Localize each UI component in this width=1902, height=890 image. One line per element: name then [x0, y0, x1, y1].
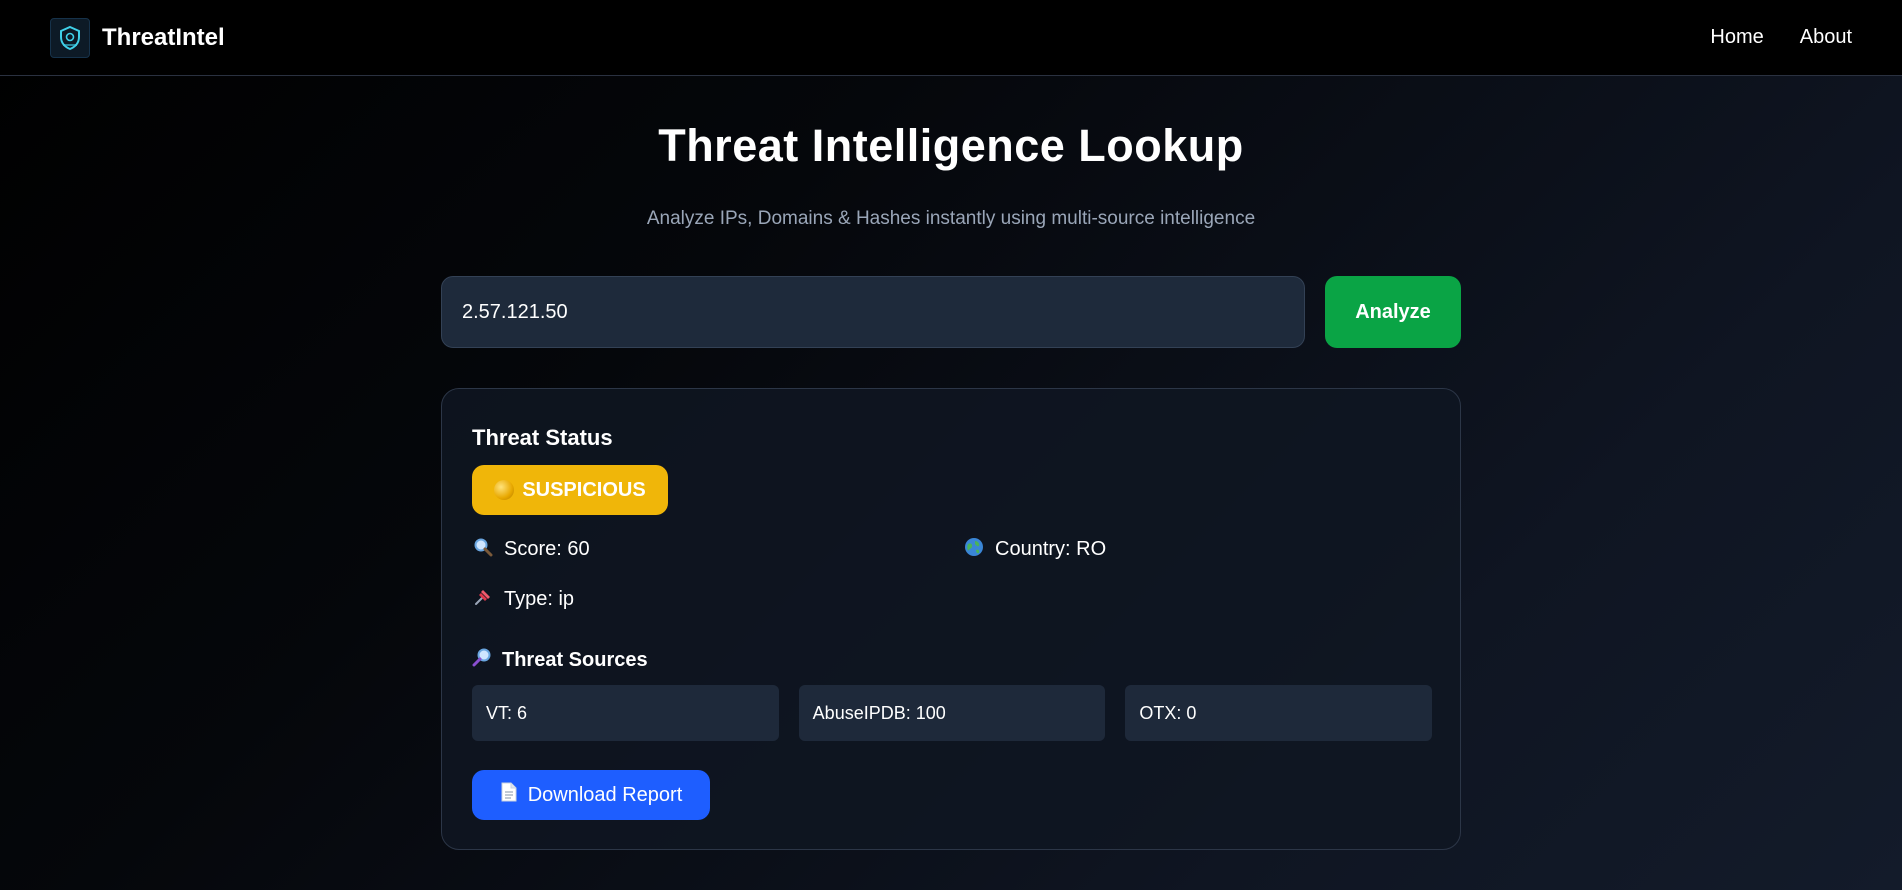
threat-sources-heading: Threat Sources [472, 647, 648, 673]
analyze-button[interactable]: Analyze [1325, 276, 1461, 348]
threat-sources-label: Threat Sources [502, 648, 648, 671]
magnifier-icon [472, 537, 494, 562]
nav-links: Home About [1710, 26, 1852, 49]
magnifier-right-icon [472, 647, 492, 673]
country-text: Country: RO [995, 538, 1107, 560]
type-info: Type: ip [472, 587, 574, 612]
yellow-circle-icon [494, 480, 515, 500]
result-card: Threat Status SUSPICIOUS Score: 60 Count… [441, 388, 1461, 850]
download-report-button[interactable]: Download Report [472, 770, 710, 820]
source-abuseipdb: AbuseIPDB: 100 [798, 685, 1106, 741]
threat-status-heading: Threat Status [472, 425, 613, 450]
nav-about-link[interactable]: About [1800, 26, 1852, 49]
brand[interactable]: ThreatIntel [50, 17, 225, 58]
shield-logo-icon [50, 17, 90, 58]
status-badge: SUSPICIOUS [472, 465, 668, 515]
source-otx: OTX: 0 [1125, 685, 1433, 741]
search-input[interactable] [441, 276, 1305, 348]
page-subtitle: Analyze IPs, Domains & Hashes instantly … [646, 208, 1256, 229]
country-info: Country: RO [963, 537, 1106, 562]
navbar: ThreatIntel Home About [0, 0, 1902, 76]
score-info: Score: 60 [472, 537, 590, 562]
document-icon [500, 782, 518, 808]
download-report-label: Download Report [527, 783, 683, 806]
source-vt: VT: 6 [472, 685, 779, 741]
type-text: Type: ip [504, 588, 575, 610]
brand-name: ThreatIntel [102, 23, 225, 51]
status-label: SUSPICIOUS [522, 478, 646, 501]
sources-row: VT: 6 AbuseIPDB: 100 OTX: 0 [472, 685, 1433, 741]
page-title: Threat Intelligence Lookup [658, 120, 1244, 171]
globe-icon [963, 537, 985, 562]
pushpin-icon [472, 587, 494, 612]
search-row: Analyze [441, 276, 1461, 348]
nav-home-link[interactable]: Home [1710, 26, 1763, 49]
hero: Threat Intelligence Lookup Analyze IPs, … [0, 120, 1902, 230]
score-text: Score: 60 [504, 538, 590, 560]
